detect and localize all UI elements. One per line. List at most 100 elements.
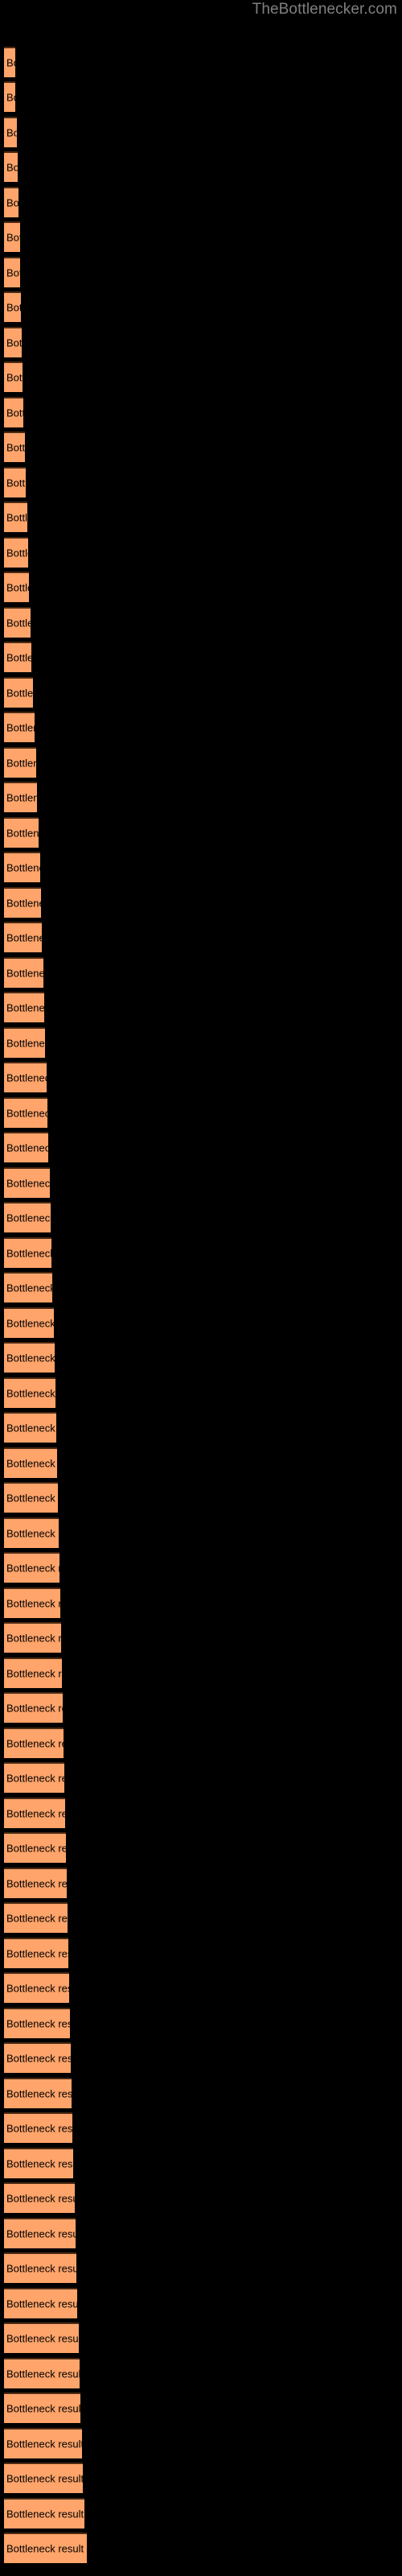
bar-label: Bottleneck result <box>6 1457 57 1470</box>
bar-label: Bottleneck result <box>6 1001 44 1014</box>
bar-46: Bottleneck result <box>4 1622 61 1653</box>
bar-35: Bottleneck result <box>4 1237 51 1268</box>
bar-label: Bottleneck result <box>6 1982 69 1995</box>
bar-40: Bottleneck result <box>4 1412 56 1443</box>
bar-2: Bottleneck result <box>4 81 15 112</box>
bar-55: Bottleneck result <box>4 1938 68 1968</box>
bar-label: Bottleneck result <box>6 196 18 209</box>
bar-48: Bottleneck result <box>4 1692 63 1723</box>
bar-label: Bottleneck result <box>6 1387 55 1400</box>
bar-51: Bottleneck result <box>4 1798 65 1828</box>
bar-22: Bottleneck result <box>4 782 37 812</box>
bar-32: Bottleneck result <box>4 1132 48 1162</box>
bar-68: Bottleneck result <box>4 2392 80 2423</box>
bar-44: Bottleneck result <box>4 1552 59 1583</box>
bar-28: Bottleneck result <box>4 992 44 1022</box>
bar-59: Bottleneck result <box>4 2078 72 2108</box>
bar-5: Bottleneck result <box>4 187 18 217</box>
bar-label: Bottleneck result <box>6 1877 67 1890</box>
bar-16: Bottleneck result <box>4 572 29 602</box>
bar-50: Bottleneck result <box>4 1762 64 1793</box>
bar-label: Bottleneck result <box>6 581 29 594</box>
bar-label: Bottleneck result <box>6 1702 63 1715</box>
bar-label: Bottleneck result <box>6 861 40 874</box>
bar-29: Bottleneck result <box>4 1027 45 1058</box>
bar-label: Bottleneck result <box>6 56 15 69</box>
bar-label: Bottleneck result <box>6 931 42 944</box>
bar-label: Bottleneck result <box>6 2262 76 2275</box>
bar-label: Bottleneck result <box>6 2332 79 2345</box>
bar-3: Bottleneck result <box>4 117 17 147</box>
bar-label: Bottleneck result <box>6 2227 76 2240</box>
bar-label: Bottleneck result <box>6 2192 75 2205</box>
bar-21: Bottleneck result <box>4 747 36 778</box>
bar-label: Bottleneck result <box>6 651 31 664</box>
bar-69: Bottleneck result <box>4 2428 82 2458</box>
bar-8: Bottleneck result <box>4 291 21 322</box>
bar-27: Bottleneck result <box>4 957 43 988</box>
bar-label: Bottleneck result <box>6 1772 64 1785</box>
bar-label: Bottleneck result <box>6 1037 45 1050</box>
bar-label: Bottleneck result <box>6 1912 68 1925</box>
bar-64: Bottleneck result <box>4 2252 76 2283</box>
bar-41: Bottleneck result <box>4 1447 57 1478</box>
bar-label: Bottleneck result <box>6 617 31 630</box>
bar-label: Bottleneck result <box>6 1247 51 1260</box>
bar-label: Bottleneck result <box>6 1422 56 1435</box>
bar-66: Bottleneck result <box>4 2322 79 2353</box>
bar-56: Bottleneck result <box>4 1972 69 2003</box>
bar-label: Bottleneck result <box>6 2542 84 2555</box>
bar-label: Bottleneck result <box>6 1807 65 1820</box>
bar-71: Bottleneck result <box>4 2498 84 2529</box>
bar-9: Bottleneck result <box>4 327 22 357</box>
bar-label: Bottleneck result <box>6 967 43 980</box>
bar-label: Bottleneck result <box>6 2297 77 2310</box>
bar-label: Bottleneck result <box>6 441 25 454</box>
bar-45: Bottleneck result <box>4 1587 60 1618</box>
bar-25: Bottleneck result <box>4 887 41 918</box>
bar-54: Bottleneck result <box>4 1902 68 1933</box>
bar-11: Bottleneck result <box>4 397 23 427</box>
bar-53: Bottleneck result <box>4 1868 67 1898</box>
bar-label: Bottleneck result <box>6 266 20 279</box>
bar-52: Bottleneck result <box>4 1832 66 1863</box>
bar-23: Bottleneck result <box>4 817 39 848</box>
bar-10: Bottleneck result <box>4 361 23 392</box>
bar-label: Bottleneck result <box>6 1141 48 1154</box>
bar-24: Bottleneck result <box>4 852 40 882</box>
bar-label: Bottleneck result <box>6 2017 70 2030</box>
bar-label: Bottleneck result <box>6 1282 52 1294</box>
bar-label: Bottleneck result <box>6 2368 80 2380</box>
bar-label: Bottleneck result <box>6 791 37 804</box>
bar-label: Bottleneck result <box>6 2402 80 2415</box>
bar-62: Bottleneck result <box>4 2182 75 2213</box>
bar-label: Bottleneck result <box>6 2122 72 2135</box>
bar-38: Bottleneck result <box>4 1342 55 1373</box>
bar-label: Bottleneck result <box>6 1562 59 1575</box>
bar-label: Bottleneck result <box>6 1352 55 1364</box>
bar-label: Bottleneck result <box>6 1107 47 1120</box>
bar-1: Bottleneck result <box>4 47 15 77</box>
bar-70: Bottleneck result <box>4 2462 83 2493</box>
bar-7: Bottleneck result <box>4 257 20 287</box>
bar-36: Bottleneck result <box>4 1272 52 1302</box>
bar-15: Bottleneck result <box>4 537 28 568</box>
bar-chart-root: TheBottlenecker.com Bottleneck resultBot… <box>0 0 402 2576</box>
bar-43: Bottleneck result <box>4 1517 59 1548</box>
bar-60: Bottleneck result <box>4 2112 72 2143</box>
bar-label: Bottleneck result <box>6 511 27 524</box>
bar-20: Bottleneck result <box>4 712 35 742</box>
bar-39: Bottleneck result <box>4 1377 55 1408</box>
bar-34: Bottleneck result <box>4 1202 51 1232</box>
bar-label: Bottleneck result <box>6 91 15 104</box>
bar-label: Bottleneck result <box>6 721 35 734</box>
bar-37: Bottleneck result <box>4 1307 54 1338</box>
bar-label: Bottleneck result <box>6 2157 73 2170</box>
bar-label: Bottleneck result <box>6 161 18 174</box>
bar-31: Bottleneck result <box>4 1097 47 1128</box>
bar-19: Bottleneck result <box>4 677 33 708</box>
bar-label: Bottleneck result <box>6 1527 59 1540</box>
bar-58: Bottleneck result <box>4 2042 71 2073</box>
bar-label: Bottleneck result <box>6 827 39 840</box>
bar-label: Bottleneck result <box>6 687 33 700</box>
